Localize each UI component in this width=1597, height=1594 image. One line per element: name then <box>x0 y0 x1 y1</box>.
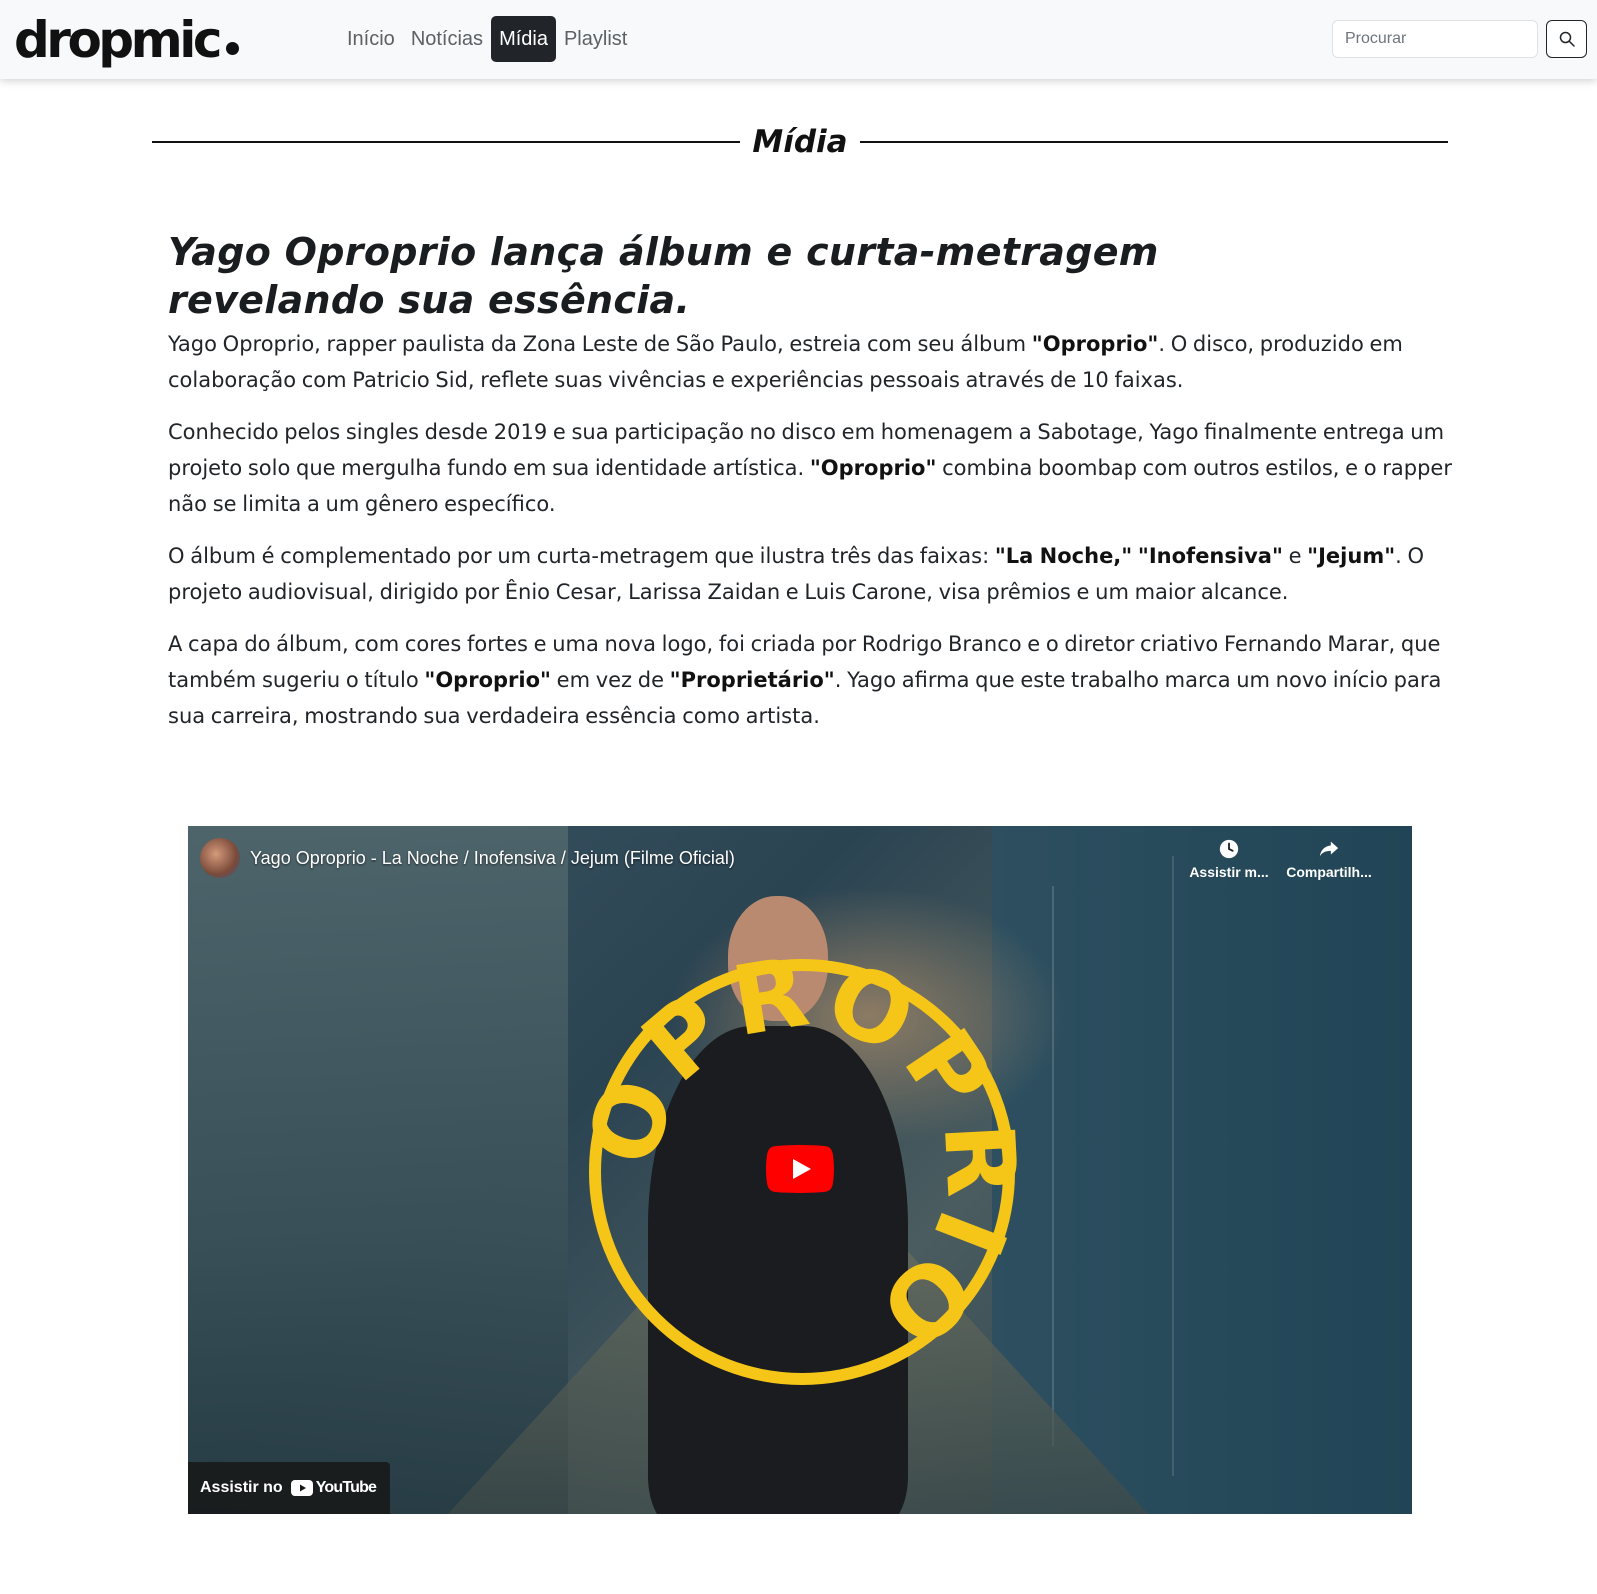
nav-item-inicio[interactable]: Início <box>339 16 403 62</box>
watch-on-label: Assistir no <box>200 1479 283 1496</box>
share-label: Compartilh... <box>1286 864 1372 880</box>
share-icon <box>1319 841 1339 857</box>
brand-dot <box>225 42 239 55</box>
youtube-wordmark: YouTube <box>315 1479 377 1496</box>
article-title: Yago Oproprio lança álbum e curta-metrag… <box>168 230 1159 322</box>
article-paragraph-2: Conhecido pelos singles desde 2019 e sua… <box>168 414 1464 522</box>
album-name: "Oproprio" <box>809 456 937 480</box>
track-name: "Jejum" <box>1307 544 1396 568</box>
search-button[interactable] <box>1546 20 1587 58</box>
section-title: Mídia <box>752 124 848 160</box>
brand-logo[interactable]: dropmic <box>14 10 239 70</box>
watch-later-label: Assistir m... <box>1189 864 1269 880</box>
video-title[interactable]: Yago Oproprio - La Noche / Inofensiva / … <box>250 848 735 869</box>
text-run: Yago Oproprio, rapper paulista da Zona L… <box>168 332 1032 356</box>
text-run: e <box>1282 544 1308 568</box>
channel-avatar[interactable] <box>200 838 240 878</box>
watch-later-button[interactable]: Assistir m... <box>1184 838 1274 880</box>
video-scene-wall-left <box>188 826 568 1514</box>
video-header: Yago Oproprio - La Noche / Inofensiva / … <box>200 838 735 878</box>
search-form <box>1332 20 1587 58</box>
nav-item-noticias[interactable]: Notícias <box>403 16 491 62</box>
share-button[interactable]: Compartilh... <box>1284 838 1374 880</box>
search-input[interactable] <box>1332 20 1538 58</box>
album-name: "Oproprio" <box>424 668 551 692</box>
youtube-logo: YouTube <box>290 1479 377 1497</box>
article-paragraph-4: A capa do álbum, com cores fortes e uma … <box>168 626 1464 734</box>
text-run: O álbum é complementado por um curta-met… <box>168 544 995 568</box>
album-name: "Oproprio" <box>1031 332 1159 356</box>
track-name: "La Noche," <box>994 544 1133 568</box>
nav-item-playlist[interactable]: Playlist <box>556 16 635 62</box>
text-run: em vez de <box>550 668 670 692</box>
article-paragraph-1: Yago Oproprio, rapper paulista da Zona L… <box>168 326 1464 398</box>
clock-icon <box>1219 839 1239 859</box>
youtube-icon <box>290 1480 313 1496</box>
section-header: Mídia <box>152 118 1448 166</box>
section-divider-left <box>152 141 741 143</box>
track-name: "Inofensiva" <box>1137 544 1283 568</box>
search-icon <box>1559 31 1575 47</box>
article: Yago Oproprio lança álbum e curta-metrag… <box>168 228 1464 750</box>
watch-on-youtube-button[interactable]: Assistir no YouTube <box>188 1462 391 1514</box>
nav-item-midia[interactable]: Mídia <box>491 16 556 62</box>
article-paragraph-3: O álbum é complementado por um curta-met… <box>168 538 1464 610</box>
youtube-embed[interactable]: OPROPRIO Yago Oproprio - La Noche / Inof… <box>188 826 1412 1514</box>
word-proprietario: "Proprietário" <box>669 668 835 692</box>
section-divider-right <box>859 141 1448 143</box>
navbar: dropmic Início Notícias Mídia Playlist <box>0 0 1597 79</box>
brand-name[interactable]: dropmic <box>14 11 222 69</box>
play-button[interactable] <box>766 1145 834 1193</box>
main-nav: Início Notícias Mídia Playlist <box>339 16 635 62</box>
